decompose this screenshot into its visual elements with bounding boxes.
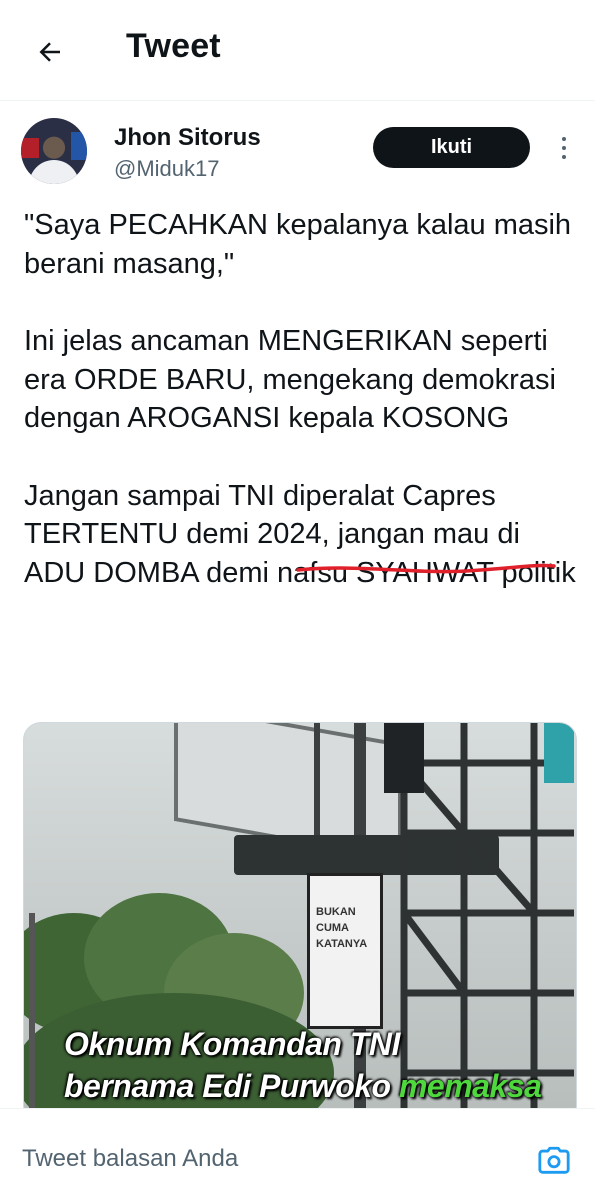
avatar-detail: [29, 160, 79, 184]
more-options-button[interactable]: [552, 132, 576, 164]
media-caption: Oknum Komandan TNI bernama Edi Purwoko m…: [64, 1023, 542, 1107]
reply-bar: Tweet balasan Anda: [0, 1108, 595, 1201]
caption-line: bernama Edi Purwoko memaksa: [64, 1065, 542, 1107]
caption-text: bernama Edi Purwoko: [64, 1068, 399, 1104]
top-bar: Tweet: [0, 0, 595, 101]
arrow-left-icon: [39, 42, 60, 62]
more-dot: [562, 146, 566, 150]
avatar[interactable]: [21, 118, 87, 184]
tweet-paragraph: Ini jelas ancaman MENGERIKAN seperti era…: [24, 325, 556, 434]
avatar-detail: [21, 138, 39, 158]
follow-button[interactable]: Ikuti: [373, 127, 530, 168]
reply-input[interactable]: Tweet balasan Anda: [22, 1145, 238, 1173]
poster-text: BUKAN: [316, 906, 356, 918]
poster-text: CUMA: [316, 922, 349, 934]
poster-text: KATANYA: [316, 938, 368, 950]
caption-highlight: memaksa: [398, 1068, 542, 1104]
tweet-paragraph: "Saya PECAHKAN kepalanya kalau masih ber…: [24, 209, 572, 280]
camera-icon: [538, 1146, 570, 1174]
tweet-media-image[interactable]: BUKAN CUMA KATANYA Oknum Komandan TNI be…: [23, 722, 577, 1124]
media-pole: [29, 913, 35, 1123]
more-vertical-icon: [562, 137, 566, 141]
back-button[interactable]: [30, 32, 70, 72]
red-underline-annotation: [296, 563, 556, 574]
more-dot: [562, 155, 566, 159]
page-title: Tweet: [126, 27, 221, 65]
camera-button[interactable]: [532, 1139, 576, 1183]
caption-line: Oknum Komandan TNI: [64, 1026, 400, 1062]
avatar-detail: [71, 132, 87, 160]
media-pole: [314, 723, 320, 843]
media-poster: BUKAN CUMA KATANYA: [307, 873, 383, 1029]
author-display-name[interactable]: Jhon Sitorus: [114, 124, 261, 152]
author-handle[interactable]: @Miduk17: [114, 156, 220, 182]
